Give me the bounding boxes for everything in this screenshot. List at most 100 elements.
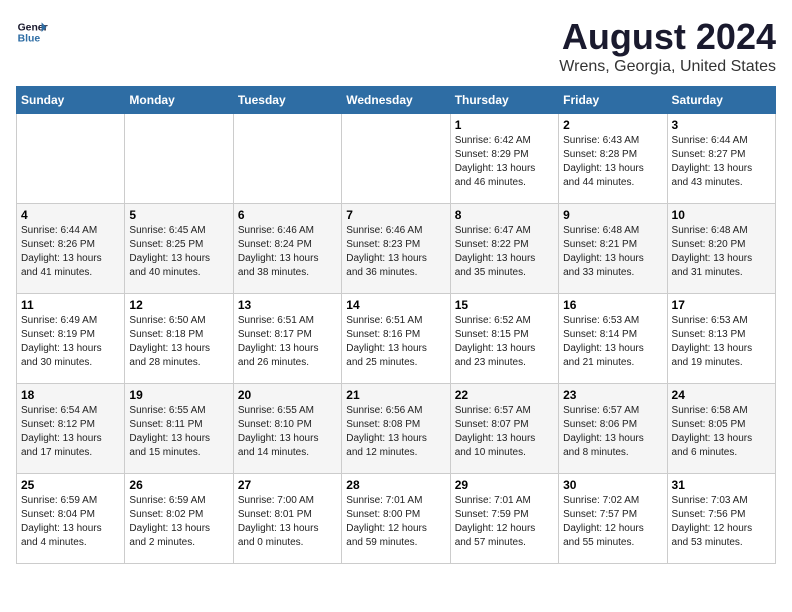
calendar-cell: 25 Sunrise: 6:59 AM Sunset: 8:04 PM Dayli… [17, 474, 125, 564]
day-number: 7 [346, 208, 445, 222]
calendar: SundayMondayTuesdayWednesdayThursdayFrid… [16, 86, 776, 564]
day-number: 14 [346, 298, 445, 312]
calendar-cell: 22 Sunrise: 6:57 AM Sunset: 8:07 PM Dayli… [450, 384, 558, 474]
calendar-cell [342, 114, 450, 204]
day-number: 9 [563, 208, 662, 222]
day-number: 19 [129, 388, 228, 402]
svg-text:Blue: Blue [18, 34, 41, 45]
day-detail: Sunrise: 6:53 AM Sunset: 8:13 PM Dayligh… [672, 314, 771, 370]
calendar-cell: 4Sunrise: 6:44 AM Sunset: 8:26 PM Daylig… [17, 204, 125, 294]
day-number: 20 [238, 388, 337, 402]
day-detail: Sunrise: 6:48 AM Sunset: 8:21 PM Dayligh… [563, 224, 662, 280]
title-area: August 2024 Wrens, Georgia, United State… [559, 16, 776, 76]
day-number: 2 [563, 118, 662, 132]
day-detail: Sunrise: 6:43 AM Sunset: 8:28 PM Dayligh… [563, 134, 662, 190]
day-detail: Sunrise: 6:51 AM Sunset: 8:17 PM Dayligh… [238, 314, 337, 370]
calendar-cell: 8 Sunrise: 6:47 AM Sunset: 8:22 PM Daylig… [450, 204, 558, 294]
day-number: 24 [672, 388, 771, 402]
calendar-cell: 31 Sunrise: 7:03 AM Sunset: 7:56 PM Dayli… [667, 474, 775, 564]
calendar-cell: 20 Sunrise: 6:55 AM Sunset: 8:10 PM Dayli… [233, 384, 341, 474]
day-number: 25 [21, 478, 120, 492]
day-number: 29 [455, 478, 554, 492]
day-number: 26 [129, 478, 228, 492]
page-header: General Blue August 2024 Wrens, Georgia,… [16, 16, 776, 76]
day-detail: Sunrise: 6:56 AM Sunset: 8:08 PM Dayligh… [346, 404, 445, 460]
day-number: 11 [21, 298, 120, 312]
header-day-sunday: Sunday [17, 87, 125, 114]
day-detail: Sunrise: 6:55 AM Sunset: 8:11 PM Dayligh… [129, 404, 228, 460]
calendar-cell: 23 Sunrise: 6:57 AM Sunset: 8:06 PM Dayli… [559, 384, 667, 474]
calendar-cell: 27 Sunrise: 7:00 AM Sunset: 8:01 PM Dayli… [233, 474, 341, 564]
day-detail: Sunrise: 6:46 AM Sunset: 8:23 PM Dayligh… [346, 224, 445, 280]
subtitle: Wrens, Georgia, United States [559, 58, 776, 76]
calendar-cell: 3 Sunrise: 6:44 AM Sunset: 8:27 PM Daylig… [667, 114, 775, 204]
day-number: 17 [672, 298, 771, 312]
calendar-cell: 16 Sunrise: 6:53 AM Sunset: 8:14 PM Dayli… [559, 294, 667, 384]
calendar-cell: 6 Sunrise: 6:46 AM Sunset: 8:24 PM Daylig… [233, 204, 341, 294]
day-detail: Sunrise: 6:42 AM Sunset: 8:29 PM Dayligh… [455, 134, 554, 190]
day-number: 23 [563, 388, 662, 402]
day-number: 27 [238, 478, 337, 492]
day-detail: Sunrise: 7:01 AM Sunset: 7:59 PM Dayligh… [455, 494, 554, 550]
week-row-4: 25 Sunrise: 6:59 AM Sunset: 8:04 PM Dayli… [17, 474, 776, 564]
day-detail: Sunrise: 7:00 AM Sunset: 8:01 PM Dayligh… [238, 494, 337, 550]
day-number: 31 [672, 478, 771, 492]
header-day-tuesday: Tuesday [233, 87, 341, 114]
header-day-thursday: Thursday [450, 87, 558, 114]
day-detail: Sunrise: 6:55 AM Sunset: 8:10 PM Dayligh… [238, 404, 337, 460]
day-number: 8 [455, 208, 554, 222]
calendar-header: SundayMondayTuesdayWednesdayThursdayFrid… [17, 87, 776, 114]
day-number: 13 [238, 298, 337, 312]
calendar-cell: 24 Sunrise: 6:58 AM Sunset: 8:05 PM Dayli… [667, 384, 775, 474]
calendar-cell: 1 Sunrise: 6:42 AM Sunset: 8:29 PM Daylig… [450, 114, 558, 204]
calendar-cell: 28 Sunrise: 7:01 AM Sunset: 8:00 PM Dayli… [342, 474, 450, 564]
day-detail: Sunrise: 6:49 AM Sunset: 8:19 PM Dayligh… [21, 314, 120, 370]
calendar-cell: 29 Sunrise: 7:01 AM Sunset: 7:59 PM Dayli… [450, 474, 558, 564]
calendar-cell: 17 Sunrise: 6:53 AM Sunset: 8:13 PM Dayli… [667, 294, 775, 384]
calendar-cell: 15 Sunrise: 6:52 AM Sunset: 8:15 PM Dayli… [450, 294, 558, 384]
header-day-friday: Friday [559, 87, 667, 114]
day-detail: Sunrise: 6:50 AM Sunset: 8:18 PM Dayligh… [129, 314, 228, 370]
day-detail: Sunrise: 6:44 AM Sunset: 8:27 PM Dayligh… [672, 134, 771, 190]
day-number: 4 [21, 208, 120, 222]
calendar-cell: 18Sunrise: 6:54 AM Sunset: 8:12 PM Dayli… [17, 384, 125, 474]
day-detail: Sunrise: 6:47 AM Sunset: 8:22 PM Dayligh… [455, 224, 554, 280]
day-detail: Sunrise: 6:59 AM Sunset: 8:02 PM Dayligh… [129, 494, 228, 550]
day-detail: Sunrise: 6:51 AM Sunset: 8:16 PM Dayligh… [346, 314, 445, 370]
day-detail: Sunrise: 6:45 AM Sunset: 8:25 PM Dayligh… [129, 224, 228, 280]
calendar-cell [17, 114, 125, 204]
logo: General Blue [16, 16, 48, 48]
day-detail: Sunrise: 6:46 AM Sunset: 8:24 PM Dayligh… [238, 224, 337, 280]
calendar-cell: 7 Sunrise: 6:46 AM Sunset: 8:23 PM Daylig… [342, 204, 450, 294]
day-number: 1 [455, 118, 554, 132]
day-number: 3 [672, 118, 771, 132]
day-number: 16 [563, 298, 662, 312]
day-detail: Sunrise: 6:59 AM Sunset: 8:04 PM Dayligh… [21, 494, 120, 550]
calendar-cell: 21 Sunrise: 6:56 AM Sunset: 8:08 PM Dayli… [342, 384, 450, 474]
calendar-cell: 9 Sunrise: 6:48 AM Sunset: 8:21 PM Daylig… [559, 204, 667, 294]
calendar-cell: 13 Sunrise: 6:51 AM Sunset: 8:17 PM Dayli… [233, 294, 341, 384]
calendar-cell: 11 Sunrise: 6:49 AM Sunset: 8:19 PM Dayli… [17, 294, 125, 384]
day-detail: Sunrise: 6:57 AM Sunset: 8:07 PM Dayligh… [455, 404, 554, 460]
day-detail: Sunrise: 6:53 AM Sunset: 8:14 PM Dayligh… [563, 314, 662, 370]
day-detail: Sunrise: 7:03 AM Sunset: 7:56 PM Dayligh… [672, 494, 771, 550]
day-detail: Sunrise: 7:01 AM Sunset: 8:00 PM Dayligh… [346, 494, 445, 550]
header-day-wednesday: Wednesday [342, 87, 450, 114]
day-detail: Sunrise: 6:52 AM Sunset: 8:15 PM Dayligh… [455, 314, 554, 370]
calendar-cell: 26 Sunrise: 6:59 AM Sunset: 8:02 PM Dayli… [125, 474, 233, 564]
header-day-monday: Monday [125, 87, 233, 114]
day-number: 15 [455, 298, 554, 312]
calendar-cell: 2 Sunrise: 6:43 AM Sunset: 8:28 PM Daylig… [559, 114, 667, 204]
main-title: August 2024 [559, 16, 776, 58]
calendar-cell: 12Sunrise: 6:50 AM Sunset: 8:18 PM Dayli… [125, 294, 233, 384]
day-number: 6 [238, 208, 337, 222]
day-number: 21 [346, 388, 445, 402]
day-detail: Sunrise: 6:54 AM Sunset: 8:12 PM Dayligh… [21, 404, 120, 460]
day-detail: Sunrise: 6:48 AM Sunset: 8:20 PM Dayligh… [672, 224, 771, 280]
day-number: 22 [455, 388, 554, 402]
day-number: 28 [346, 478, 445, 492]
day-number: 10 [672, 208, 771, 222]
day-detail: Sunrise: 6:57 AM Sunset: 8:06 PM Dayligh… [563, 404, 662, 460]
calendar-cell: 14 Sunrise: 6:51 AM Sunset: 8:16 PM Dayli… [342, 294, 450, 384]
day-detail: Sunrise: 6:58 AM Sunset: 8:05 PM Dayligh… [672, 404, 771, 460]
